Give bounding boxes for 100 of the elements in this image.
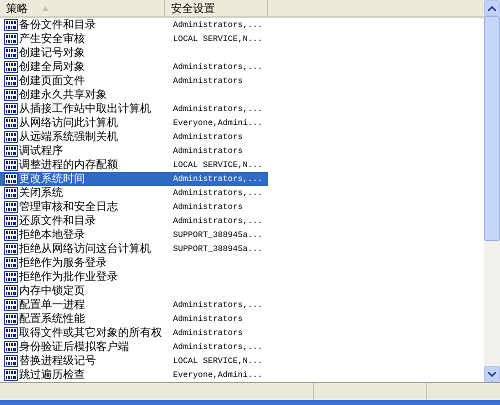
security-setting: Administrators [173,146,243,156]
policy-name: 配置系统性能 [19,312,85,326]
policy-row[interactable]: 还原文件和目录 Administrators,... [0,214,268,228]
policy-icon [4,215,18,227]
policy-row[interactable]: 拒绝作为服务登录 [0,256,268,270]
policy-name: 从远端系统强制关机 [19,130,118,144]
policy-row[interactable]: 备份文件和目录 Administrators,... [0,18,268,32]
policy-name: 管理审核和安全日志 [19,200,118,214]
policy-name: 产生安全审核 [19,32,85,46]
column-header[interactable]: 安全设置 [165,0,268,16]
policy-icon [4,355,18,367]
security-setting: Administrators,... [173,174,263,184]
scroll-thumb[interactable] [484,16,500,241]
policy-icon [4,19,18,31]
caret-up-icon [488,6,496,10]
policy-icon [4,285,18,297]
policy-icon [4,327,18,339]
policy-row[interactable]: 身份验证后模拟客户端 Administrators,... [0,340,268,354]
policy-row[interactable]: 配置系统性能 Administrators [0,312,268,326]
policy-row[interactable]: 内存中锁定页 [0,284,268,298]
policy-name: 拒绝从网络访问这台计算机 [19,242,151,256]
policy-row[interactable]: 配置单一进程 Administrators,... [0,298,268,312]
policy-row[interactable]: 创建记号对象 [0,46,268,60]
policy-icon [4,201,18,213]
policy-name: 从网络访问此计算机 [19,116,118,130]
security-setting: Everyone,Admini... [173,118,263,128]
policy-name: 创建记号对象 [19,46,85,60]
column-header[interactable]: 策略 [0,0,165,16]
policy-name: 调整进程的内存配额 [19,158,118,172]
security-setting: SUPPORT_388945a... [173,244,263,254]
security-setting: Administrators [173,202,243,212]
policy-icon [4,229,18,241]
policy-icon [4,271,18,283]
policy-name: 内存中锁定页 [19,284,85,298]
security-setting: LOCAL SERVICE,N... [173,160,263,170]
policy-name: 拒绝作为服务登录 [19,256,107,270]
vertical-scrollbar[interactable] [484,0,500,382]
policy-row[interactable]: 调试程序 Administrators [0,144,268,158]
policy-row[interactable]: 替换进程级记号 LOCAL SERVICE,N... [0,354,268,368]
policy-icon [4,89,18,101]
policy-row[interactable]: 产生安全审核 LOCAL SERVICE,N... [0,32,268,46]
policy-row[interactable]: 从远端系统强制关机 Administrators [0,130,268,144]
policy-icon [4,103,18,115]
policy-name: 拒绝作为批作业登录 [19,270,118,284]
security-setting: Administrators [173,328,243,338]
policy-icon [4,299,18,311]
security-setting: Administrators,... [173,104,263,114]
security-setting: Administrators [173,314,243,324]
policy-icon [4,61,18,73]
policy-name: 创建永久共享对象 [19,88,107,102]
security-setting: Administrators [173,132,243,142]
policy-icon [4,33,18,45]
policy-icon [4,75,18,87]
security-setting: LOCAL SERVICE,N... [173,34,263,44]
security-setting: Administrators,... [173,216,263,226]
policy-icon [4,243,18,255]
policy-row[interactable]: 跳过遍历检查 Everyone,Admini... [0,368,268,382]
policy-icon [4,47,18,59]
policy-icon [4,341,18,353]
policy-icon [4,117,18,129]
policy-name: 替换进程级记号 [19,354,96,368]
policy-name: 创建页面文件 [19,74,85,88]
policy-row[interactable]: 调整进程的内存配额 LOCAL SERVICE,N... [0,158,268,172]
policy-row[interactable]: 管理审核和安全日志 Administrators [0,200,268,214]
policy-name: 从插接工作站中取出计算机 [19,102,151,116]
policy-row[interactable]: 从网络访问此计算机 Everyone,Admini... [0,116,268,130]
scroll-down-button[interactable] [484,366,500,382]
caret-down-icon [488,372,496,377]
scroll-up-button[interactable] [484,0,500,16]
policy-row[interactable]: 拒绝作为批作业登录 [0,270,268,284]
policy-row[interactable]: 创建页面文件 Administrators [0,74,268,88]
security-setting: Administrators,... [173,188,263,198]
policy-row[interactable]: 拒绝从网络访问这台计算机 SUPPORT_388945a... [0,242,268,256]
policy-row[interactable]: 创建永久共享对象 [0,88,268,102]
policy-row[interactable]: 更改系统时间 Administrators,... [0,172,268,186]
policy-name: 拒绝本地登录 [19,228,85,242]
policy-name: 调试程序 [19,144,63,158]
security-setting: Administrators,... [173,20,263,30]
policy-name: 跳过遍历检查 [19,368,85,382]
policy-icon [4,159,18,171]
policy-name: 还原文件和目录 [19,214,96,228]
policy-row[interactable]: 拒绝本地登录 SUPPORT_388945a... [0,228,268,242]
security-setting: SUPPORT_388945a... [173,230,263,240]
policy-name: 关闭系统 [19,186,63,200]
policy-name: 身份验证后模拟客户端 [19,340,129,354]
policy-icon [4,173,18,185]
security-setting: Everyone,Admini... [173,370,263,380]
security-setting: Administrators,... [173,342,263,352]
security-setting: Administrators,... [173,62,263,72]
policy-icon [4,187,18,199]
policy-name: 创建全局对象 [19,60,85,74]
policy-icon [4,257,18,269]
policy-row[interactable]: 关闭系统 Administrators,... [0,186,268,200]
policy-name: 备份文件和目录 [19,18,96,32]
policy-icon [4,313,18,325]
policy-row[interactable]: 取得文件或其它对象的所有权 Administrators [0,326,268,340]
policy-icon [4,145,18,157]
policy-row[interactable]: 创建全局对象 Administrators,... [0,60,268,74]
policy-name: 取得文件或其它对象的所有权 [19,326,162,340]
policy-row[interactable]: 从插接工作站中取出计算机 Administrators,... [0,102,268,116]
